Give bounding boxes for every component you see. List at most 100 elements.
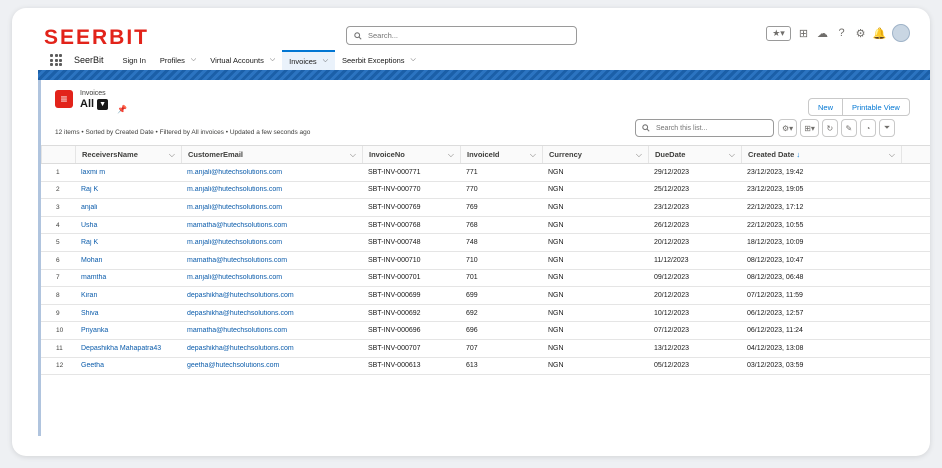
table-row[interactable]: 3 anjali m.anjali@hutechsolutions.com SBT-I… <box>41 199 930 217</box>
nav-item-label: Profiles <box>159 55 185 65</box>
notification-bell-icon[interactable]: 🔔 <box>873 27 887 40</box>
receivers-name-link[interactable]: Geetha <box>75 362 181 369</box>
invoice-no-cell: SBT-INV-000692 <box>368 309 421 317</box>
column-header-created-date[interactable]: Created Date ↓ ⌵ <box>741 146 901 163</box>
table-row[interactable]: 11 Depashikha Mahapatra43 depashikha@hutec… <box>41 340 930 358</box>
created-date-cell: 03/12/2023, 03:59 <box>747 362 804 370</box>
invoice-id-cell: 771 <box>466 168 478 176</box>
table-row[interactable]: 12 Geetha geetha@hutechsolutions.com SBT-IN… <box>41 358 930 376</box>
column-header-invoiceno[interactable]: InvoiceNo ⌵ <box>362 146 460 163</box>
list-search-input[interactable]: Search this list... <box>635 119 774 137</box>
customer-email-link[interactable]: mamatha@hutechsolutions.com <box>181 222 362 229</box>
receivers-name-link[interactable]: laxmi m <box>75 169 181 176</box>
pin-icon[interactable]: 📌 <box>117 105 127 114</box>
list-view-selector[interactable]: All ▼ <box>80 98 109 110</box>
chevron-down-icon[interactable]: ⌵ <box>191 56 196 64</box>
customer-email-link[interactable]: depashikha@hutechsolutions.com <box>181 345 362 352</box>
column-header-invoiceid[interactable]: InvoiceId ⌵ <box>460 146 542 163</box>
receivers-name-link[interactable]: Shiva <box>75 310 181 317</box>
due-date-cell: 10/12/2023 <box>654 309 690 317</box>
column-header-currency[interactable]: Currency ⌵ <box>542 146 648 163</box>
app-launcher-icon[interactable] <box>50 54 62 66</box>
filter-icon[interactable]: ⏷ <box>878 119 895 137</box>
invoice-id-cell: 699 <box>466 291 478 299</box>
add-icon[interactable]: ⊞ <box>797 27 810 40</box>
customer-email-link[interactable]: depashikha@hutechsolutions.com <box>181 310 362 317</box>
app-nav-bar: SeerBit Sign In Profiles ⌵ Virtual Accoun… <box>12 50 930 70</box>
receivers-name-link[interactable]: Usha <box>75 222 181 229</box>
table-row[interactable]: 2 Raj Km.anjali@hutechsolutions.com SBT-IN… <box>41 182 930 200</box>
chevron-down-icon[interactable]: ⌵ <box>729 150 735 160</box>
row-number: 3 <box>56 203 60 211</box>
display-as-table-icon[interactable]: ⊞▾ <box>800 119 819 137</box>
global-search-input[interactable]: Search... <box>346 26 577 45</box>
due-date-cell: 25/12/2023 <box>654 186 690 194</box>
receivers-name-link[interactable]: Raj K <box>75 186 181 193</box>
column-label: DueDate <box>655 150 686 159</box>
printable-view-button[interactable]: Printable View <box>842 99 909 115</box>
chevron-down-icon[interactable]: ⌵ <box>169 150 175 160</box>
chevron-down-icon[interactable]: ⌵ <box>323 57 328 65</box>
table-row[interactable]: 8 Kiran depashikha@hutechsolutions.com SBT-… <box>41 287 930 305</box>
currency-cell: NGN <box>548 203 564 211</box>
receivers-name-link[interactable]: mamtha <box>75 274 181 281</box>
receivers-name-link[interactable]: Mohan <box>75 257 181 264</box>
customer-email-link[interactable]: m.anjali@hutechsolutions.com <box>181 186 362 193</box>
customer-email-link[interactable]: m.anjali@hutechsolutions.com <box>181 169 362 176</box>
customer-email-link[interactable]: depashikha@hutechsolutions.com <box>181 292 362 299</box>
nav-item-virtual-accounts[interactable]: Virtual Accounts ⌵ <box>203 50 282 70</box>
chevron-down-icon[interactable]: ⌵ <box>530 150 536 160</box>
table-row[interactable]: 7 mamtha m.anjali@hutechsolutions.com SBT-I… <box>41 270 930 288</box>
list-settings-gear-icon[interactable]: ⚙▾ <box>778 119 798 137</box>
nav-item-label: Invoices <box>289 56 317 66</box>
chevron-down-icon[interactable]: ⌵ <box>411 56 416 64</box>
setup-gear-icon[interactable]: ⚙ <box>854 27 867 40</box>
chevron-down-icon[interactable]: ⌵ <box>889 150 895 160</box>
help-icon[interactable]: ? <box>835 27 848 40</box>
customer-email-link[interactable]: mamatha@hutechsolutions.com <box>181 257 362 264</box>
nav-item-seerbit-exceptions[interactable]: Seerbit Exceptions ⌵ <box>335 50 423 70</box>
nav-item-sign-in[interactable]: Sign In <box>116 50 153 70</box>
table-row[interactable]: 1 laxmi m m.anjali@hutechsolutions.com SBT-… <box>41 164 930 182</box>
chevron-down-icon[interactable]: ⌵ <box>350 150 356 160</box>
column-header-customeremail[interactable]: CustomerEmail ⌵ <box>181 146 362 163</box>
customer-email-link[interactable]: m.anjali@hutechsolutions.com <box>181 274 362 281</box>
customer-email-link[interactable]: mamatha@hutechsolutions.com <box>181 327 362 334</box>
receivers-name-link[interactable]: Kiran <box>75 292 181 299</box>
chevron-down-icon[interactable]: ⌵ <box>270 56 275 64</box>
edit-pencil-icon[interactable]: ✎ <box>840 119 857 137</box>
receivers-name-link[interactable]: Raj K <box>75 239 181 246</box>
column-header-duedate[interactable]: DueDate ⌵ <box>648 146 741 163</box>
customer-email-link[interactable]: m.anjali@hutechsolutions.com <box>181 204 362 211</box>
new-button[interactable]: New <box>809 99 842 115</box>
table-header: ReceiversName ⌵ CustomerEmail ⌵ InvoiceNo ⌵… <box>41 145 930 164</box>
nav-item-label: Seerbit Exceptions <box>342 55 405 65</box>
nav-item-invoices[interactable]: Invoices ⌵ <box>282 50 335 70</box>
currency-cell: NGN <box>548 186 564 194</box>
customer-email-link[interactable]: m.anjali@hutechsolutions.com <box>181 239 362 246</box>
trailhead-icon[interactable]: ☁ <box>816 27 829 40</box>
refresh-icon[interactable]: ↻ <box>821 119 838 137</box>
column-header-receiversname[interactable]: ReceiversName ⌵ <box>75 146 181 163</box>
favorites-star-icon[interactable]: ★▾ <box>766 25 791 41</box>
table-row[interactable]: 5 Raj Km.anjali@hutechsolutions.com SBT-IN… <box>41 234 930 252</box>
list-actions: New Printable View <box>808 98 910 116</box>
table-row[interactable]: 9 Shiva depashikha@hutechsolutions.com SBT-… <box>41 305 930 323</box>
table-row[interactable]: 10 Priyanka mamatha@hutechsolutions.com SBT… <box>41 322 930 340</box>
receivers-name-link[interactable]: Priyanka <box>75 327 181 334</box>
receivers-name-link[interactable]: anjali <box>75 204 181 211</box>
charts-icon[interactable]: ◔ <box>859 119 876 137</box>
table-row[interactable]: 6 Mohan mamatha@hutechsolutions.com SBT-INV… <box>41 252 930 270</box>
table-body: 1 laxmi m m.anjali@hutechsolutions.com SBT-… <box>41 164 930 376</box>
invoice-no-cell: SBT-INV-000748 <box>368 239 421 247</box>
chevron-down-icon[interactable]: ▼ <box>97 98 109 110</box>
user-avatar[interactable] <box>892 24 910 42</box>
receivers-name-link[interactable]: Depashikha Mahapatra43 <box>75 345 181 352</box>
customer-email-link[interactable]: geetha@hutechsolutions.com <box>181 362 362 369</box>
row-number: 11 <box>56 344 63 352</box>
chevron-down-icon[interactable]: ⌵ <box>448 150 454 160</box>
chevron-down-icon[interactable]: ⌵ <box>636 150 642 160</box>
invoice-object-icon: ≡ <box>55 90 73 108</box>
table-row[interactable]: 4 Usha mamatha@hutechsolutions.com SBT-INV-… <box>41 217 930 235</box>
nav-item-profiles[interactable]: Profiles ⌵ <box>153 50 203 70</box>
